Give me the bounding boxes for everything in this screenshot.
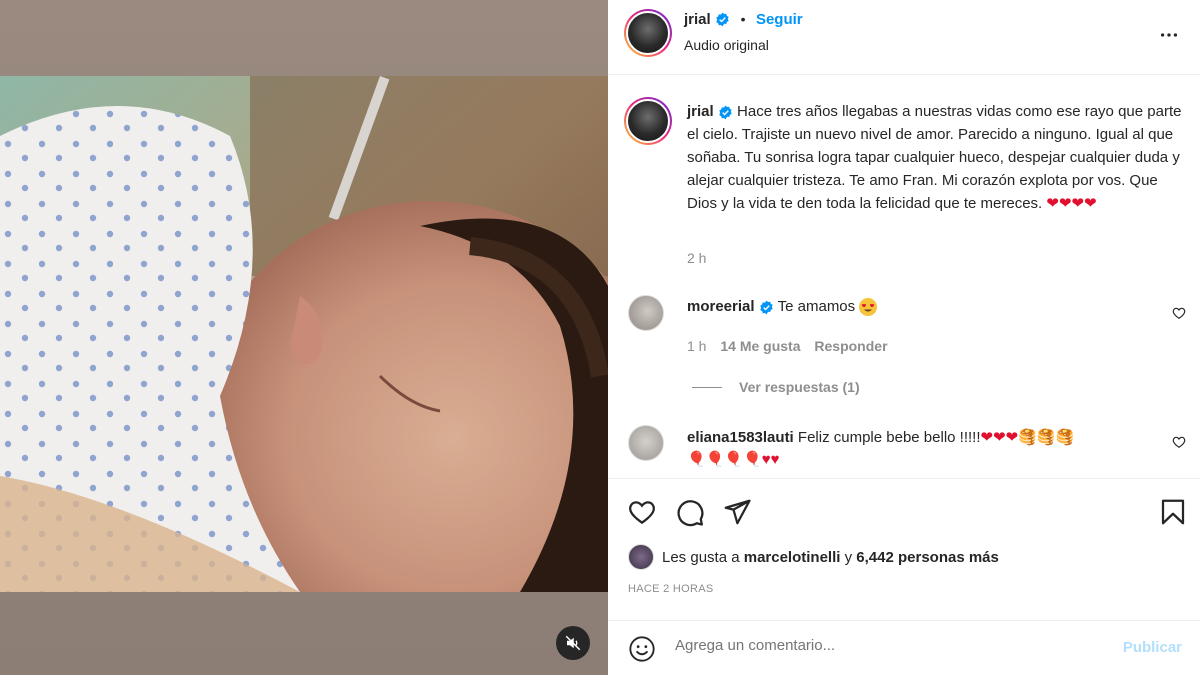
heart-icon [1172,307,1186,319]
post-timestamp[interactable]: HACE 2 HORAS [628,583,714,595]
comment-button[interactable] [675,497,705,532]
comment-icon [677,500,704,527]
liker-username[interactable]: marcelotinelli [744,549,841,566]
audio-label[interactable]: Audio original [684,37,769,53]
likes-summary: Les gusta a marcelotinelli y 6,442 perso… [628,544,999,570]
more-options-icon [1160,33,1178,37]
follow-button[interactable]: Seguir [756,11,803,28]
more-options-button[interactable] [1158,24,1180,51]
comment-avatar[interactable] [628,295,664,331]
replies-divider [692,387,722,388]
emoji-icon [629,636,655,662]
liker-avatar[interactable] [628,544,654,570]
separator-dot: • [740,11,746,27]
verified-badge-icon [719,105,732,119]
share-button[interactable] [722,497,752,532]
comment-form: Publicar [608,620,1200,676]
heart-icon [629,501,655,524]
share-icon [724,499,751,525]
comment-meta: 1 h 14 Me gusta Responder [687,338,888,354]
verified-badge-icon [760,300,773,314]
action-bar [608,478,1200,527]
comment-emoji-line2: 🎈🎈🎈🎈♥♥ [687,451,780,468]
view-replies-button[interactable]: Ver respuestas (1) [739,379,860,395]
likes-connector: y [844,548,853,566]
post-media[interactable] [0,0,608,675]
emoji-button[interactable] [628,635,656,668]
baby-photo-illustration [0,76,608,592]
comment-line: eliana1583lauti Feliz cumple bebe bello … [687,427,1157,471]
comment-likes[interactable]: 14 Me gusta [720,338,800,354]
caption-hearts: ❤❤❤❤ [1046,195,1097,212]
bookmark-icon [1161,499,1185,525]
caption-avatar[interactable] [624,97,672,145]
comment-text: Te amamos [777,298,856,315]
comment-like-button[interactable] [1172,435,1186,454]
caption-time[interactable]: 2 h [687,250,706,266]
comment-input[interactable] [675,637,1095,654]
publish-button[interactable]: Publicar [1123,639,1182,656]
mute-button[interactable] [556,626,590,660]
comment-username[interactable]: eliana1583lauti [687,429,794,446]
heart-icon [1172,436,1186,448]
comment-emoji-line1: ❤❤❤🥞🥞🥞 [980,429,1075,446]
comment-time[interactable]: 1 h [687,338,706,354]
post-panel: jrial • Seguir Audio original jrial Hace… [608,0,1200,675]
caption-username[interactable]: jrial [687,103,714,120]
save-button[interactable] [1158,497,1188,532]
author-avatar[interactable] [624,9,672,57]
baby-photo [0,76,608,592]
comment-text: Feliz cumple bebe bello !!!!! [797,429,981,446]
caption: jrial Hace tres años llegabas a nuestras… [687,100,1182,215]
likes-prefix: Les gusta a [662,548,740,566]
comment-like-button[interactable] [1172,306,1186,325]
comment-line: moreerial Te amamos [687,298,878,317]
post-header: jrial • Seguir Audio original [608,0,1200,75]
comment-username[interactable]: moreerial [687,298,755,315]
verified-badge-icon [716,12,729,27]
comment-avatar[interactable] [628,425,664,461]
heart-eyes-emoji-icon [859,298,878,317]
author-username[interactable]: jrial [684,11,711,28]
author-line: jrial • Seguir [684,11,803,29]
reply-button[interactable]: Responder [814,338,887,354]
like-button[interactable] [627,497,657,532]
caption-text: Hace tres años llegabas a nuestras vidas… [687,103,1182,212]
likes-others[interactable]: 6,442 personas más [856,549,999,566]
muted-speaker-icon [565,635,581,651]
